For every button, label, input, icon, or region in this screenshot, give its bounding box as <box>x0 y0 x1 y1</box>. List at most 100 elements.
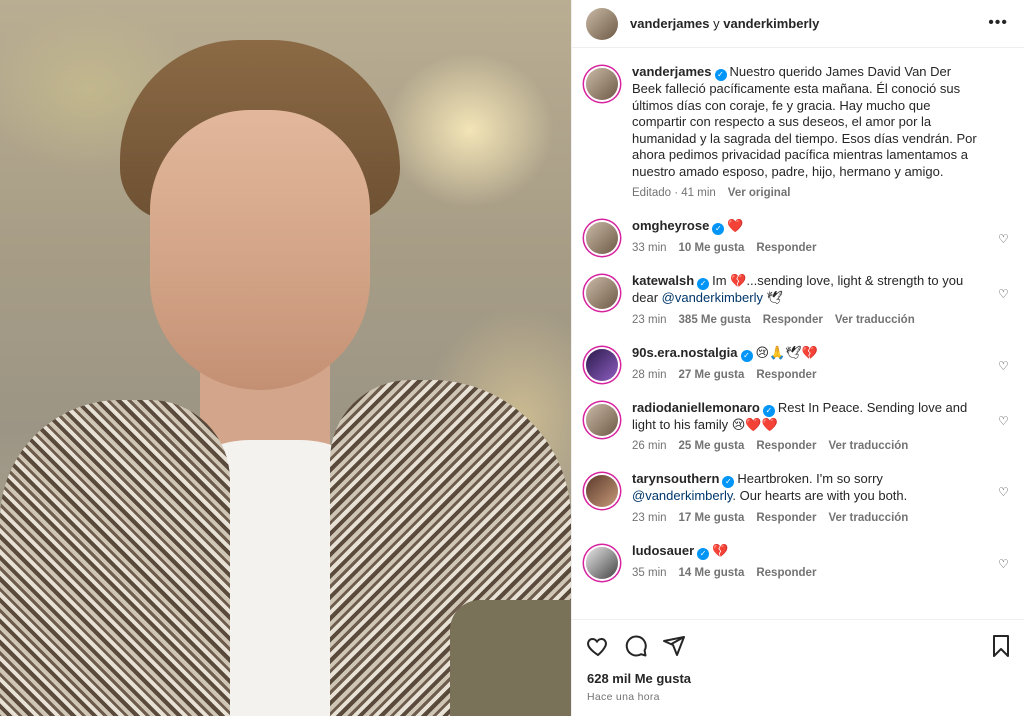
caption-body: vanderjames ✓ Nuestro querido James David … <box>632 64 1010 199</box>
comment-item: radiodaniellemonaro ✓ Rest In Peace. Sendi… <box>586 400 1010 453</box>
comment-body: radiodaniellemonaro ✓ Rest In Peace. Sendi… <box>632 400 1010 453</box>
reply-button[interactable]: Responder <box>756 242 816 254</box>
comment-avatar[interactable] <box>586 277 618 309</box>
comment-body: 90s.era.nostalgia ✓ 😢🙏🕊💔 28 min 27 Me gusta… <box>632 345 1010 381</box>
comment-time: 23 min <box>632 511 667 524</box>
like-comment-heart-icon[interactable]: ♡ <box>998 486 1010 498</box>
comment-avatar[interactable] <box>586 403 618 436</box>
comment-text: 90s.era.nostalgia ✓ 😢🙏🕊💔 <box>632 345 982 362</box>
share-icon[interactable] <box>662 634 686 658</box>
comment-body: katewalsh ✓ Im 💔...sending love, light & s… <box>632 273 1010 326</box>
heart-icon[interactable] <box>586 634 610 658</box>
comments-list[interactable]: vanderjames ✓ Nuestro querido James David … <box>572 48 1024 619</box>
comment-username[interactable]: 90s.era.nostalgia <box>632 345 738 360</box>
mention-link[interactable]: @vanderkimberly <box>662 290 763 305</box>
comment-message: Heartbroken. I'm so sorry <box>737 471 883 486</box>
comment-item: omgheyrose ✓ ❤️ 33 min 10 Me gusta Responder… <box>586 218 1010 254</box>
comment-message: ❤️ <box>727 218 744 233</box>
comment-item: katewalsh ✓ Im 💔...sending love, light & s… <box>586 273 1010 326</box>
translate-button[interactable]: Ver traducción <box>828 440 908 452</box>
post-header: vanderjames y vanderkimberly ••• <box>572 0 1024 48</box>
author-username[interactable]: vanderjames <box>630 16 710 31</box>
see-original-link[interactable]: Ver original <box>728 187 791 199</box>
caption-edited: Editado · 41 min <box>632 187 716 199</box>
comment-likes[interactable]: 27 Me gusta <box>679 369 745 381</box>
comment-likes[interactable]: 10 Me gusta <box>679 242 745 254</box>
verified-badge-icon: ✓ <box>712 223 725 235</box>
comment-item: ludosauer ✓ 💔 35 min 14 Me gusta Responder ♡ <box>586 543 1010 579</box>
post-modal: vanderjames y vanderkimberly ••• vanderj… <box>0 0 1024 716</box>
caption-username[interactable]: vanderjames <box>632 64 712 79</box>
comment-avatar[interactable] <box>586 222 618 254</box>
comment-avatar[interactable] <box>586 475 618 507</box>
like-comment-heart-icon[interactable]: ♡ <box>998 360 1010 372</box>
mention-link[interactable]: @vanderkimberly <box>632 488 732 503</box>
post-photo[interactable] <box>0 0 571 716</box>
comment-meta: 26 min 25 Me gusta Responder Ver traducción <box>632 440 982 452</box>
caption-text-block: vanderjames ✓ Nuestro querido James David … <box>632 64 982 180</box>
photo-sleeve <box>450 600 571 716</box>
coauthor-username[interactable]: vanderkimberly <box>723 16 819 31</box>
comment-text: tarynsouthern ✓ Heartbroken. I'm so sorry … <box>632 471 982 505</box>
author-names: vanderjames y vanderkimberly <box>630 16 819 31</box>
author-joiner: y <box>713 16 720 31</box>
likes-count[interactable]: 628 mil Me gusta <box>572 671 1024 686</box>
comment-icon[interactable] <box>624 634 648 658</box>
verified-badge-icon: ✓ <box>697 278 710 290</box>
caption-avatar[interactable] <box>586 68 618 100</box>
comment-likes[interactable]: 25 Me gusta <box>679 440 745 452</box>
comment-username[interactable]: ludosauer <box>632 543 694 558</box>
caption: vanderjames ✓ Nuestro querido James David … <box>586 48 1010 199</box>
reply-button[interactable]: Responder <box>763 314 823 326</box>
comment-likes[interactable]: 17 Me gusta <box>679 512 745 524</box>
comment-meta: 35 min 14 Me gusta Responder <box>632 567 982 579</box>
comment-item: tarynsouthern ✓ Heartbroken. I'm so sorry … <box>586 471 1010 524</box>
comment-username[interactable]: katewalsh <box>632 273 694 288</box>
comment-text: katewalsh ✓ Im 💔...sending love, light & s… <box>632 273 982 307</box>
reply-button[interactable]: Responder <box>756 567 816 579</box>
comment-avatar[interactable] <box>586 546 618 579</box>
comment-message-tail: . Our hearts are with you both. <box>732 488 908 503</box>
translate-button[interactable]: Ver traducción <box>828 512 908 524</box>
like-comment-heart-icon[interactable]: ♡ <box>998 288 1010 300</box>
photo-cardigan-left <box>0 400 230 716</box>
reply-button[interactable]: Responder <box>756 440 816 452</box>
comment-username[interactable]: omgheyrose <box>632 218 709 233</box>
verified-badge-icon: ✓ <box>697 547 710 560</box>
comment-username[interactable]: radiodaniellemonaro <box>632 400 760 415</box>
comment-text: ludosauer ✓ 💔 <box>632 543 982 560</box>
verified-badge-icon: ✓ <box>762 404 775 417</box>
comment-body: omgheyrose ✓ ❤️ 33 min 10 Me gusta Responder <box>632 218 1010 254</box>
post-timestamp: Hace una hora <box>587 691 660 703</box>
verified-badge-icon: ✓ <box>714 69 727 81</box>
like-comment-heart-icon[interactable]: ♡ <box>998 558 1010 570</box>
comment-body: ludosauer ✓ 💔 35 min 14 Me gusta Responder <box>632 543 1010 579</box>
like-comment-heart-icon[interactable]: ♡ <box>998 415 1010 427</box>
comment-meta: 23 min 17 Me gusta Responder Ver traducción <box>632 512 982 524</box>
more-horizontal-icon[interactable]: ••• <box>988 14 1008 32</box>
caption-meta: Editado · 41 min Ver original <box>632 187 982 199</box>
comment-time: 35 min <box>632 566 667 579</box>
comment-message-tail: 🕊 <box>762 290 784 305</box>
comment-meta: 33 min 10 Me gusta Responder <box>632 242 982 254</box>
comment-likes[interactable]: 385 Me gusta <box>679 314 751 326</box>
post-side-panel: vanderjames y vanderkimberly ••• vanderj… <box>571 0 1024 716</box>
comment-meta: 23 min 385 Me gusta Responder Ver traducció… <box>632 314 982 326</box>
bookmark-icon[interactable] <box>989 634 1013 658</box>
comment-body: tarynsouthern ✓ Heartbroken. I'm so sorry … <box>632 471 1010 524</box>
caption-text: Nuestro querido James David Van Der Beek… <box>632 64 977 179</box>
reply-button[interactable]: Responder <box>756 512 816 524</box>
verified-badge-icon: ✓ <box>740 349 753 362</box>
comment-text: radiodaniellemonaro ✓ Rest In Peace. Sendi… <box>632 400 982 434</box>
reply-button[interactable]: Responder <box>756 369 816 381</box>
translate-button[interactable]: Ver traducción <box>835 314 915 326</box>
comment-likes[interactable]: 14 Me gusta <box>679 567 745 579</box>
like-comment-heart-icon[interactable]: ♡ <box>998 233 1010 245</box>
comment-avatar[interactable] <box>586 348 618 381</box>
comment-time: 28 min <box>632 368 667 381</box>
comment-username[interactable]: tarynsouthern <box>632 471 719 486</box>
verified-badge-icon: ✓ <box>722 476 735 488</box>
author-avatar[interactable] <box>586 7 618 40</box>
photo-face <box>150 110 370 390</box>
comment-item: 90s.era.nostalgia ✓ 😢🙏🕊💔 28 min 27 Me gusta… <box>586 345 1010 381</box>
